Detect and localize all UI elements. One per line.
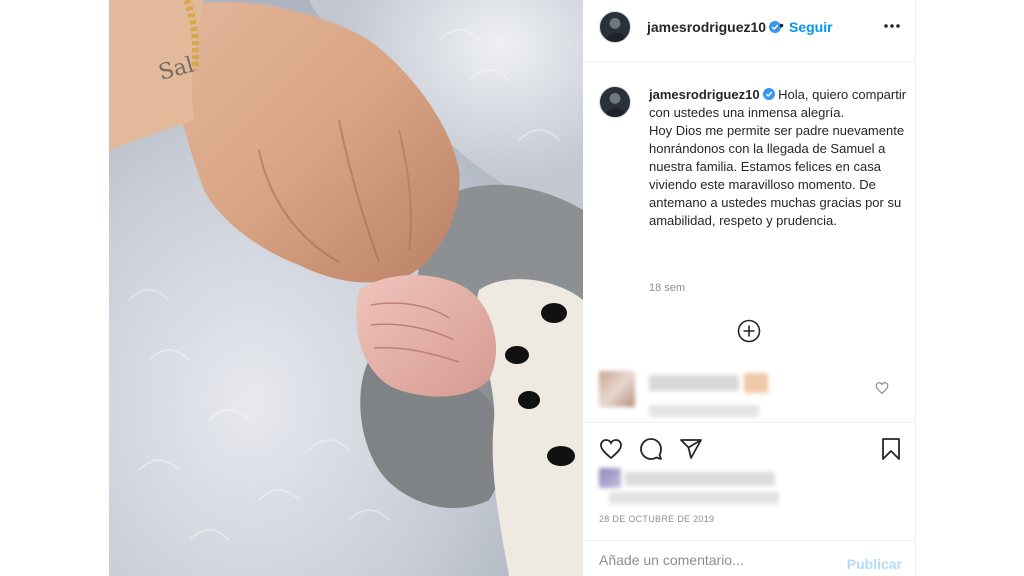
comment-icon[interactable] (639, 437, 663, 461)
blurred-likes-line-2 (609, 492, 779, 504)
blurred-meta (649, 405, 759, 417)
caption-avatar[interactable] (599, 86, 631, 118)
action-bar (583, 422, 916, 474)
add-comment-bar: Publicar (583, 540, 916, 576)
liker-avatar (599, 468, 621, 488)
blurred-username (649, 375, 739, 391)
caption-text-block: jamesrodriguez10 Hola, quiero compartir … (649, 86, 907, 230)
bookmark-icon[interactable] (879, 437, 903, 461)
publish-button[interactable]: Publicar (847, 556, 902, 572)
author-username-text[interactable]: jamesrodriguez10 (647, 19, 766, 35)
blurred-comment (599, 371, 899, 423)
blurred-likes (599, 468, 799, 508)
separator-dot: • (779, 17, 784, 33)
blurred-emoji (744, 373, 768, 393)
post-date[interactable]: 28 DE OCTUBRE DE 2019 (599, 514, 714, 524)
post-time-ago[interactable]: 18 sem (649, 282, 685, 294)
comment-input[interactable] (599, 552, 829, 568)
caption-username[interactable]: jamesrodriguez10 (649, 87, 775, 102)
verified-badge-icon (762, 88, 775, 100)
post-image: Sal (109, 0, 583, 576)
caption-username-text[interactable]: jamesrodriguez10 (649, 87, 760, 102)
more-options-icon[interactable] (882, 16, 902, 36)
blurred-likes-line-1 (625, 472, 775, 486)
comment-like-icon[interactable] (875, 381, 889, 395)
author-avatar[interactable] (599, 11, 631, 43)
plus-circle-icon[interactable] (737, 319, 761, 343)
caption-body: Hola, quiero compartir con ustedes una i… (649, 87, 907, 228)
commenter-avatar (599, 371, 635, 407)
post-side-panel: jamesrodriguez10 • Seguir jamesrodriguez… (583, 0, 916, 576)
post-header: jamesrodriguez10 • Seguir (583, 0, 916, 62)
author-username[interactable]: jamesrodriguez10 (647, 19, 782, 35)
follow-button[interactable]: Seguir (789, 19, 833, 35)
share-icon[interactable] (679, 437, 703, 461)
heart-icon[interactable] (599, 437, 623, 461)
post-photo[interactable]: Sal (109, 0, 583, 576)
